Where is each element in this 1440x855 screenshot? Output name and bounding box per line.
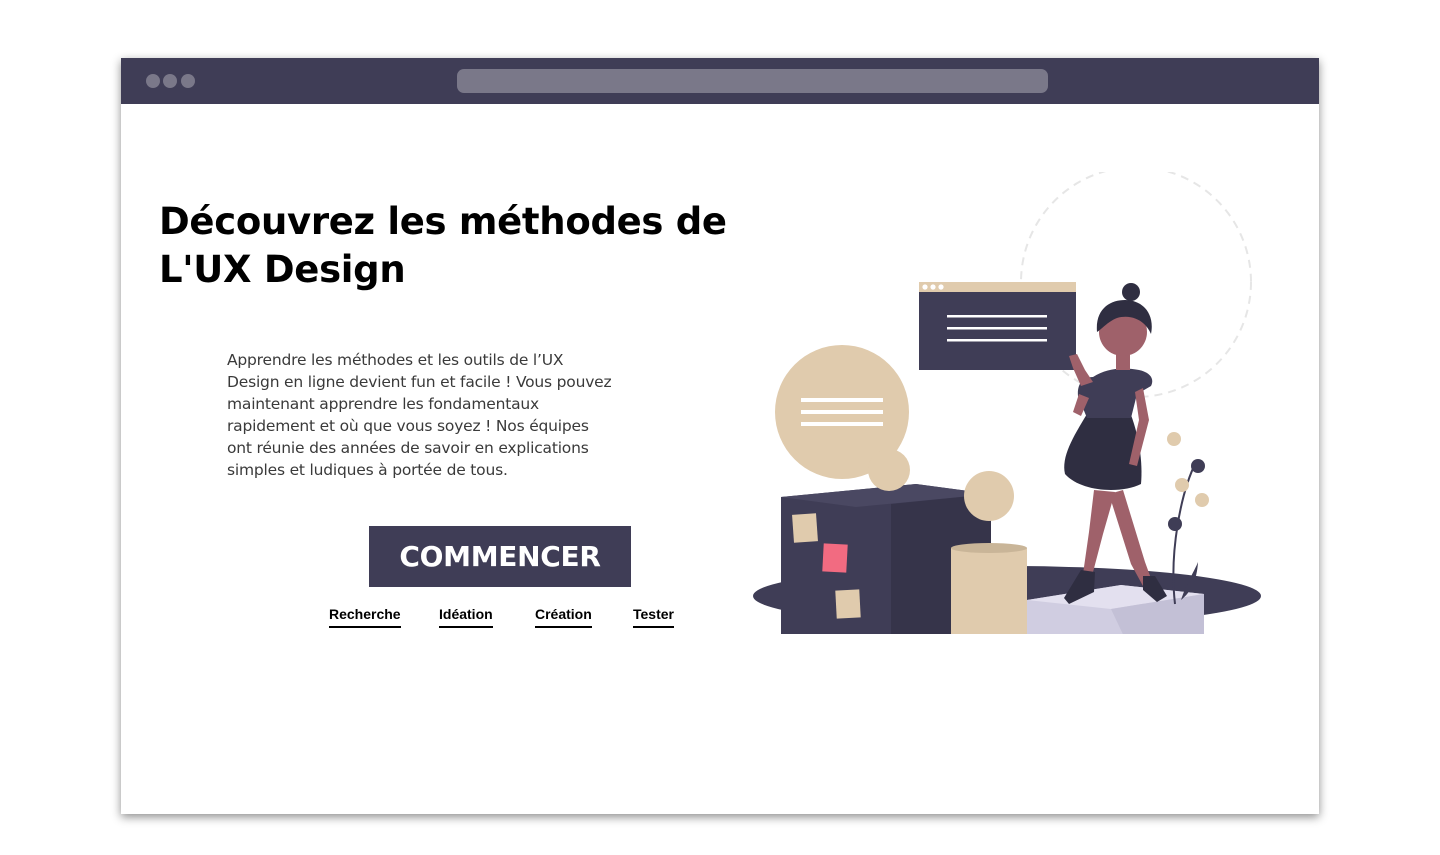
hero-description: Apprendre les méthodes et les outils de … xyxy=(227,351,612,479)
bubble-line xyxy=(801,410,883,414)
address-bar[interactable] xyxy=(457,69,1048,93)
bubble-line xyxy=(801,398,883,402)
window-control-dot-icon xyxy=(146,74,160,88)
sticky-note xyxy=(792,513,818,543)
page-title-line-1: Découvrez les méthodes de xyxy=(159,200,727,243)
floating-window xyxy=(919,282,1076,370)
page-title-line-2: L'UX Design xyxy=(159,248,406,291)
browser-window: Découvrez les méthodes de L'UX Design Ap… xyxy=(121,58,1319,814)
bubble-line xyxy=(801,422,883,426)
window-control-dot-icon xyxy=(181,74,195,88)
nav-link-recherche[interactable]: Recherche xyxy=(329,605,401,628)
browser-topbar xyxy=(121,58,1319,104)
nav-link-creation[interactable]: Création xyxy=(535,605,592,628)
page-title: Découvrez les méthodes de L'UX Design xyxy=(159,198,799,294)
sticky-note-pink xyxy=(822,543,848,573)
start-button[interactable]: COMMENCER xyxy=(369,526,631,587)
sticky-note xyxy=(835,589,861,619)
nav-link-ideation[interactable]: Idéation xyxy=(439,605,493,628)
window-control-dot-icon xyxy=(163,74,177,88)
cylinder xyxy=(951,548,1027,634)
ux-illustration xyxy=(753,172,1261,634)
speech-bubble-tail xyxy=(868,449,910,491)
beige-ball xyxy=(964,471,1014,521)
plant-bud xyxy=(1167,432,1181,446)
cylinder-top xyxy=(951,543,1027,553)
nav-link-tester[interactable]: Tester xyxy=(633,605,674,628)
woman-figure xyxy=(1064,283,1167,604)
